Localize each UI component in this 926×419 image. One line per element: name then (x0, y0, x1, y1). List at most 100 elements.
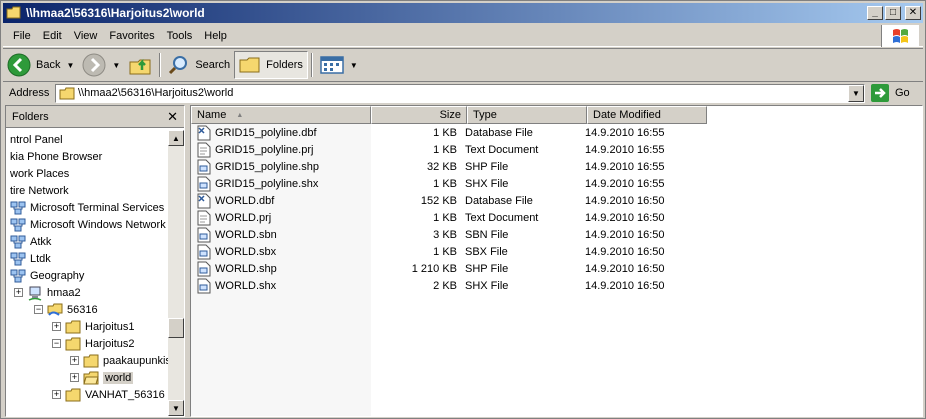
close-icon[interactable]: ✕ (167, 109, 178, 125)
tree-item-label: Microsoft Terminal Services (30, 201, 165, 214)
file-type: SBX File (465, 245, 508, 258)
file-row[interactable]: GRID15_polyline.dbf 1 KB Database File 14.9… (191, 124, 891, 141)
file-type: SHP File (465, 160, 509, 173)
menu-edit[interactable]: Edit (37, 30, 68, 42)
back-label: Back (36, 59, 61, 71)
generic-file-icon (197, 278, 211, 293)
tree-item[interactable]: − 56316 (34, 301, 98, 318)
tree-item[interactable]: − Harjoitus2 (52, 335, 135, 352)
tree-item[interactable]: + world (70, 369, 134, 386)
up-folder-button[interactable] (124, 51, 156, 79)
menu-favorites[interactable]: Favorites (103, 30, 160, 42)
tree-item[interactable]: work Places (6, 165, 69, 182)
scroll-down-button[interactable]: ▼ (168, 400, 184, 416)
file-size: 3 KB (433, 228, 457, 241)
toolbar: Back ▼ ▼ Search Folders ▼ (3, 48, 923, 82)
file-row[interactable]: WORLD.sbx 1 KB SBX File 14.9.2010 16:50 (191, 243, 891, 260)
tree-item[interactable]: Ltdk (10, 250, 51, 267)
tree-item[interactable]: + VANHAT_56316 (52, 386, 165, 403)
folders-pane: Folders ✕ ntrol Panel kia Phone Browser wo… (5, 105, 185, 417)
file-date: 14.9.2010 16:55 (585, 160, 665, 173)
expand-icon[interactable]: + (70, 356, 79, 365)
file-name: WORLD.prj (215, 211, 272, 224)
menu-tools[interactable]: Tools (161, 30, 199, 42)
tree-item[interactable]: + hmaa2 (14, 284, 81, 301)
tree-item[interactable]: Atkk (10, 233, 51, 250)
column-headers: Name ▲ Size Type Date Modified (191, 106, 707, 124)
file-size: 152 KB (420, 194, 457, 207)
column-header-type[interactable]: Type (467, 106, 587, 124)
vertical-scrollbar[interactable]: ▲ ▼ (168, 130, 184, 416)
column-header-size[interactable]: Size (371, 106, 467, 124)
collapse-icon[interactable]: − (52, 339, 61, 348)
file-date: 14.9.2010 16:50 (585, 228, 665, 241)
collapse-icon[interactable]: − (34, 305, 43, 314)
tree-item[interactable]: Microsoft Windows Network (10, 216, 166, 233)
tree-item[interactable]: + paakaupunkis (70, 352, 169, 369)
expand-icon[interactable]: + (70, 373, 79, 382)
column-header-name[interactable]: Name ▲ (191, 106, 371, 124)
file-type: Database File (465, 126, 533, 139)
file-type: Text Document (465, 143, 539, 156)
chevron-down-icon[interactable]: ▼ (112, 61, 120, 70)
file-name-cell: GRID15_polyline.prj (191, 142, 371, 158)
column-header-date[interactable]: Date Modified (587, 106, 707, 124)
tree-item-label: ntrol Panel (10, 133, 63, 146)
file-row[interactable]: GRID15_polyline.shp 32 KB SHP File 14.9.201… (191, 158, 891, 175)
search-icon (169, 56, 188, 75)
file-name-cell: GRID15_polyline.shx (191, 176, 371, 192)
tree-item-label: hmaa2 (47, 286, 81, 299)
address-dropdown-button[interactable]: ▼ (848, 84, 864, 102)
file-size: 32 KB (427, 160, 457, 173)
tree-item-label: paakaupunkis (103, 354, 169, 367)
scroll-thumb[interactable] (168, 318, 184, 338)
tree-item[interactable]: ntrol Panel (6, 131, 63, 148)
tree-item[interactable]: Geography (10, 267, 84, 284)
forward-button[interactable]: ▼ (78, 51, 124, 79)
tree-item[interactable]: Microsoft Terminal Services (10, 199, 164, 216)
computer-icon (28, 286, 42, 301)
file-date: 14.9.2010 16:55 (585, 177, 665, 190)
address-input[interactable]: \\hmaa2\56316\Harjoitus2\world ▼ (55, 83, 865, 103)
expand-icon[interactable]: + (52, 390, 61, 399)
chevron-down-icon[interactable]: ▼ (66, 61, 74, 70)
close-button[interactable]: ✕ (905, 6, 921, 20)
menu-file[interactable]: File (7, 30, 37, 42)
tree-item-label: work Places (10, 167, 70, 180)
minimize-button[interactable]: _ (867, 6, 883, 20)
menu-view[interactable]: View (68, 30, 104, 42)
file-row[interactable]: GRID15_polyline.prj 1 KB Text Document 14.9… (191, 141, 891, 158)
file-row[interactable]: WORLD.sbn 3 KB SBN File 14.9.2010 16:50 (191, 226, 891, 243)
tree-item-label: Microsoft Windows Network (30, 218, 166, 231)
search-button[interactable]: Search (164, 51, 234, 79)
text-file-icon (197, 210, 211, 225)
back-button[interactable]: Back ▼ (3, 51, 78, 79)
go-button[interactable]: Go (871, 84, 910, 102)
folders-button[interactable]: Folders (234, 51, 308, 79)
file-row[interactable]: WORLD.prj 1 KB Text Document 14.9.2010 16:5… (191, 209, 891, 226)
file-row[interactable]: WORLD.shp 1 210 KB SHP File 14.9.2010 16:50 (191, 260, 891, 277)
maximize-button[interactable]: □ (885, 6, 901, 20)
domain-icon (10, 269, 26, 282)
chevron-down-icon[interactable]: ▼ (350, 61, 358, 70)
tree-item[interactable]: + Harjoitus1 (52, 318, 135, 335)
toolbar-separator (310, 53, 313, 77)
column-name-label: Name (197, 109, 227, 121)
file-row[interactable]: WORLD.shx 2 KB SHX File 14.9.2010 16:50 (191, 277, 891, 294)
tree-item[interactable]: tire Network (6, 182, 69, 199)
file-type: Text Document (465, 211, 539, 224)
folder-icon (59, 87, 75, 99)
title-bar[interactable]: \\hmaa2\56316\Harjoitus2\world _ □ ✕ (3, 3, 923, 23)
file-size: 1 210 KB (411, 262, 457, 275)
file-name-cell: WORLD.shp (191, 261, 371, 277)
expand-icon[interactable]: + (52, 322, 61, 331)
expand-icon[interactable]: + (14, 288, 23, 297)
menu-help[interactable]: Help (198, 30, 233, 42)
file-size: 1 KB (433, 211, 457, 224)
tree-item[interactable]: kia Phone Browser (6, 148, 102, 165)
file-row[interactable]: GRID15_polyline.shx 1 KB SHX File 14.9.2010… (191, 175, 891, 192)
views-button[interactable]: ▼ (316, 51, 362, 79)
generic-file-icon (197, 261, 211, 276)
file-row[interactable]: WORLD.dbf 152 KB Database File 14.9.2010 16… (191, 192, 891, 209)
scroll-up-button[interactable]: ▲ (168, 130, 184, 146)
